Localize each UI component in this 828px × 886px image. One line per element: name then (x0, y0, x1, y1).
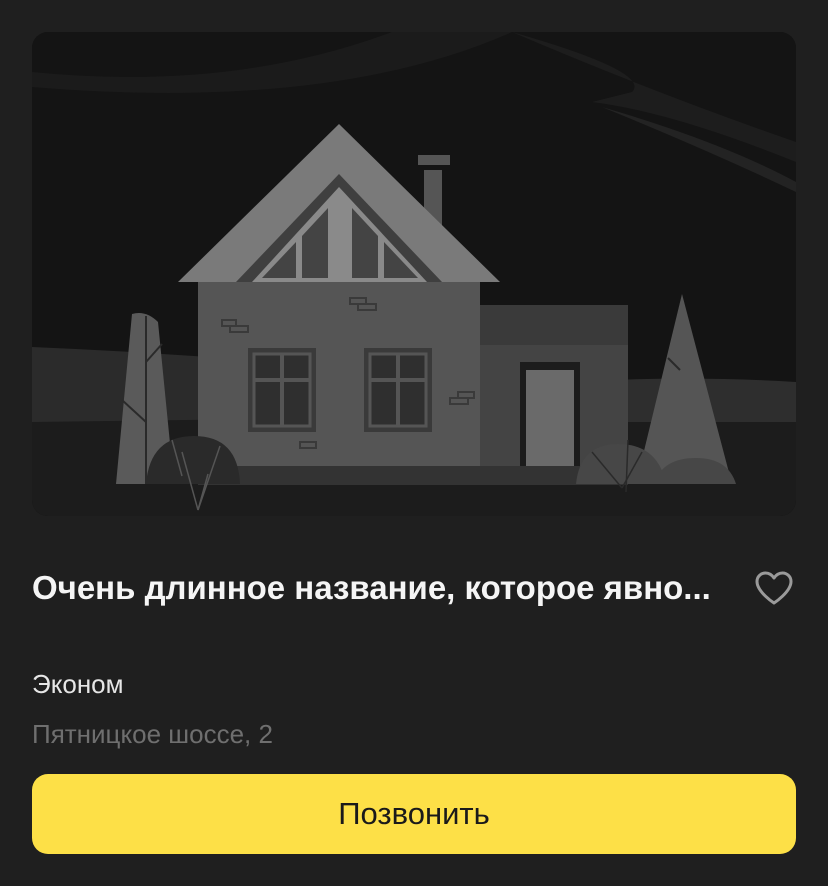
card-title-row: Очень длинное название, которое явно... (32, 564, 796, 612)
house-illustration (32, 32, 796, 516)
favorite-button[interactable] (752, 566, 796, 610)
address-label: Пятницкое шоссе, 2 (32, 719, 273, 749)
call-button[interactable]: Позвонить (32, 774, 796, 854)
category-label: Эконом (32, 669, 124, 699)
heart-outline-icon (755, 571, 793, 605)
card-image[interactable] (32, 32, 796, 516)
card-title[interactable]: Очень длинное название, которое явно... (32, 564, 744, 612)
object-card[interactable]: Очень длинное название, которое явно... … (0, 0, 828, 886)
